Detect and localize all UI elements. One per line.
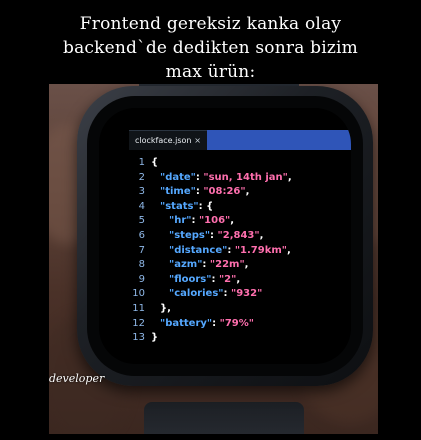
close-icon[interactable]: × bbox=[194, 131, 201, 151]
code-text: "battery": "79%" bbox=[160, 317, 254, 329]
code-text: "date": "sun, 14th jan", bbox=[160, 171, 292, 183]
code-line: 11}, bbox=[123, 302, 343, 317]
code-line: 6 "steps": "2,843", bbox=[123, 229, 343, 244]
code-line: 4 "stats": { bbox=[123, 200, 343, 215]
code-line: 2 "date": "sun, 14th jan", bbox=[123, 171, 343, 186]
caption-line-1: Frontend gereksiz kanka olay bbox=[79, 14, 342, 34]
meme-caption: Frontend gereksiz kanka olay backend`de … bbox=[0, 12, 421, 84]
watch-screen: clockface.json × 1{2 "date": "sun, 14th j… bbox=[99, 108, 351, 364]
line-number: 4 bbox=[138, 200, 145, 212]
code-line: 3 "time": "08:26", bbox=[123, 185, 343, 200]
line-number: 12 bbox=[132, 317, 145, 329]
code-text: }, bbox=[160, 302, 171, 314]
line-number: 3 bbox=[138, 186, 145, 198]
code-line: 10 "calories": "932" bbox=[123, 287, 343, 302]
caption-line-3: max ürün: bbox=[165, 62, 256, 82]
caption-line-2: backend`de dedikten sonra bizim bbox=[63, 38, 358, 58]
code-text: "hr": "106", bbox=[169, 215, 235, 227]
line-number: 1 bbox=[138, 157, 145, 168]
editor-tab-label: clockface.json bbox=[135, 136, 192, 145]
code-text: } bbox=[151, 332, 159, 344]
code-line: 9 "floors": "2", bbox=[123, 273, 343, 288]
code-line: 1{ bbox=[123, 156, 343, 171]
code-text: "distance": "1.79km", bbox=[169, 244, 291, 256]
code-line: 12 "battery": "79%" bbox=[123, 317, 343, 332]
watch-photo: clockface.json × 1{2 "date": "sun, 14th j… bbox=[49, 84, 378, 434]
line-number: 10 bbox=[132, 288, 145, 300]
watermark: developer bbox=[49, 372, 105, 385]
code-line: 5 "hr": "106", bbox=[123, 214, 343, 229]
line-number: 6 bbox=[138, 229, 145, 241]
code-text: "calories": "932" bbox=[169, 288, 263, 300]
meme-page: Frontend gereksiz kanka olay backend`de … bbox=[0, 0, 421, 440]
line-number: 13 bbox=[132, 332, 145, 344]
watch-strap-bottom bbox=[144, 402, 304, 434]
code-editor: 1{2 "date": "sun, 14th jan", 3 "time": "08:… bbox=[123, 156, 343, 346]
code-line: 13} bbox=[123, 331, 343, 346]
editor-tab-bar: clockface.json × bbox=[129, 130, 351, 150]
line-number: 7 bbox=[138, 244, 145, 256]
tab-bar-accent bbox=[207, 130, 351, 150]
code-text: "stats": { bbox=[160, 200, 214, 212]
line-number: 9 bbox=[138, 273, 145, 285]
code-text: "time": "08:26", bbox=[160, 186, 250, 198]
line-number: 11 bbox=[132, 302, 145, 314]
code-text: { bbox=[151, 157, 159, 168]
code-text: "floors": "2", bbox=[169, 273, 241, 285]
code-text: "steps": "2,843", bbox=[169, 229, 264, 241]
line-number: 8 bbox=[138, 259, 145, 271]
code-text: "azm": "22m", bbox=[169, 259, 249, 271]
line-number: 5 bbox=[138, 215, 145, 227]
line-number: 2 bbox=[138, 171, 145, 183]
code-line: 8 "azm": "22m", bbox=[123, 258, 343, 273]
editor-tab[interactable]: clockface.json × bbox=[129, 130, 207, 150]
code-line: 7 "distance": "1.79km", bbox=[123, 244, 343, 259]
